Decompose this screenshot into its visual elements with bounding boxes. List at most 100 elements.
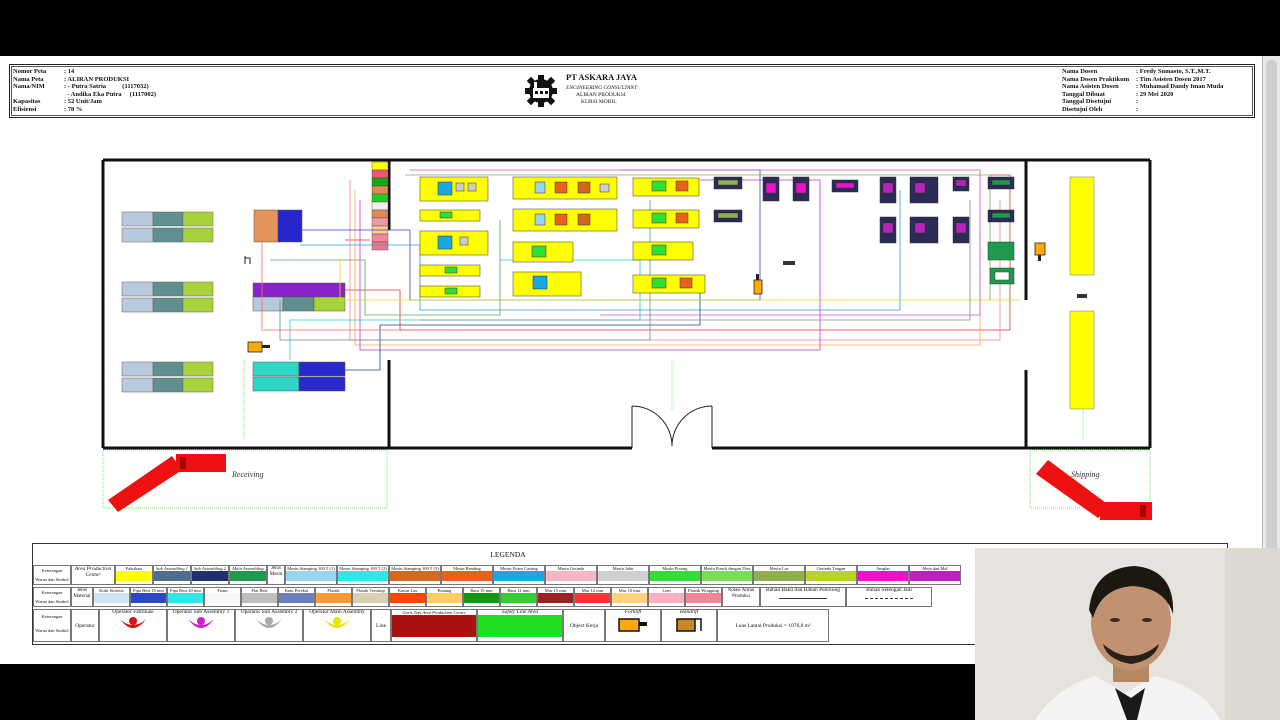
- legend-solid-line: [779, 598, 827, 599]
- legend-machine-name: Mesin Foam Casting: [500, 566, 538, 571]
- legend-machine-cell: Mesin Gerinda: [545, 565, 597, 585]
- legend-garis-tepi: Garis Tepi Area Production Center: [402, 610, 466, 615]
- operator-fabrikasi-icon: [120, 617, 146, 628]
- legend-material-cell: Mur 10 mm: [611, 587, 648, 607]
- legend-machine-cell: Mesin Stamping 100 T (1): [285, 565, 337, 585]
- legend-machine-name: Mesin Stamping 100 T (3): [391, 566, 439, 571]
- legend-material-swatch: [205, 593, 240, 603]
- handlift-icon: [783, 261, 795, 265]
- shipping-label: Shipping: [1071, 470, 1100, 479]
- finished-goods-rack-2: [1069, 310, 1095, 410]
- legend-material-swatch: [353, 593, 388, 603]
- legend-machine-swatch: [494, 571, 544, 581]
- legend-machine-cell: Mesin Potong: [649, 565, 701, 585]
- legend-material-cell: Baut 15 mm: [463, 587, 500, 607]
- legend-machine-swatch: [546, 571, 596, 581]
- legend-machine-cell: Mesin Bending: [441, 565, 493, 585]
- legend-material-cell: Kain Perekat: [278, 587, 315, 607]
- legend-machine-swatch: [858, 571, 908, 581]
- legend-machine-cell: Meja dan Mal: [909, 565, 961, 585]
- legend-material-swatch: [242, 593, 277, 603]
- legend-machine-swatch: [286, 571, 336, 581]
- legend-machine-swatch: [702, 571, 752, 581]
- legend-material-swatch: [316, 593, 351, 603]
- legend-machine-cell: Mesin Stamping 100 T (3): [389, 565, 441, 585]
- legend-bahan-setengah: Bahan Setengah Jadi: [866, 587, 912, 593]
- operator-sub-assembly-2-icon: [256, 617, 282, 628]
- legend-area-production: Area Production Center: [71, 565, 115, 585]
- handlift-icon: [1077, 294, 1087, 298]
- legend-material-name: Plastik Wrapping: [687, 588, 720, 593]
- legend-area-name: Sub Assembling 2: [194, 566, 226, 571]
- legend-machine-name: Mesin Punch dengan Dies: [703, 566, 751, 571]
- legend-material-cell: Plastik Wrapping: [685, 587, 722, 607]
- legend-material-cell: Foam: [204, 587, 241, 607]
- legend-material-cell: Plastik: [315, 587, 352, 607]
- legend-luas-lantai: Luas Lantai Produksi = 1076,8 m²: [717, 609, 829, 642]
- legend-key-sub: Warna dan Simbol: [35, 628, 69, 633]
- legend-dashed-line: [865, 598, 913, 599]
- legend-machine-swatch: [442, 571, 492, 581]
- legend-machine-swatch: [754, 571, 804, 581]
- legend-material-name: Pipa Besi 18 mm: [133, 588, 164, 593]
- legend-material-swatch: [501, 593, 536, 603]
- legend-material-cell: Mur 12 mm: [574, 587, 611, 607]
- legend-machine-cell: Amplas: [857, 565, 909, 585]
- legend-material-cell: Baut 12 mm: [500, 587, 537, 607]
- legend-area-name: Main Assembling: [232, 566, 264, 571]
- legend-material-swatch: [538, 593, 573, 603]
- legend-machine-cell: Mesin Punch dengan Dies: [701, 565, 753, 585]
- legend-machine-swatch: [910, 571, 960, 581]
- legend-material-swatch: [686, 593, 721, 603]
- legend-machine-name: Mesin Stamping 100 T (2): [339, 566, 387, 571]
- legend-machine-swatch: [338, 571, 388, 581]
- legend-jenis-material: Jenis Material: [71, 587, 93, 607]
- legend-operator-label: Operator: [71, 609, 99, 642]
- legend-material-swatch: [575, 593, 610, 603]
- webcam-video-overlay: [975, 548, 1280, 720]
- forklift-icon: [753, 274, 763, 295]
- legend-machine-cell: Mesin Stamping 100 T (2): [337, 565, 389, 585]
- legend-material-swatch: [94, 593, 129, 603]
- receiving-label: Receiving: [232, 470, 264, 479]
- shipping-truck-icon: [1036, 460, 1152, 520]
- legend-machine-cell: Mesin Foam Casting: [493, 565, 545, 585]
- legend-material-swatch: [612, 593, 647, 603]
- raw-material-racks: [121, 211, 214, 393]
- handlift-icon: [244, 256, 251, 264]
- legend-jenis-mesin: Jenis Mesin: [267, 565, 285, 585]
- operator-main-assembly-icon: [324, 617, 350, 628]
- legend-object-kerja: Object Kerja: [563, 609, 605, 642]
- legend-area-swatch: [154, 571, 190, 581]
- handlift-icon: [676, 618, 702, 632]
- legend-bahan-baku: Bahan Baku dan Bahan Penolong: [766, 587, 840, 593]
- legend-key-label: Keterangan: [41, 614, 63, 619]
- legend-machine-cell: Mesin Jahit: [597, 565, 649, 585]
- forklift-icon: [247, 341, 270, 353]
- legend-key-sub: Warna dan Simbol: [35, 577, 69, 582]
- legend-garis-tepi-swatch: [392, 615, 476, 637]
- legend-material-cell: Kawat Las: [389, 587, 426, 607]
- legend-machine-swatch: [390, 571, 440, 581]
- receiving-truck-icon: [108, 454, 226, 512]
- legend-area-name: Sub Assembling 1: [156, 566, 188, 571]
- machine-groups: [419, 176, 1015, 298]
- legend-notasi: Notasi Aliran Produksi: [722, 587, 760, 607]
- legend-machines: Mesin Stamping 100 T (1) Mesin Stamping 1…: [285, 565, 961, 585]
- legend-machine-swatch: [650, 571, 700, 581]
- legend-area-swatch: [192, 571, 228, 581]
- legend-material-swatch: [464, 593, 499, 603]
- legend-material-swatch: [168, 593, 203, 603]
- legend-material-cell: Pipa Besi 20 mm: [167, 587, 204, 607]
- legend-machine-swatch: [806, 571, 856, 581]
- legend-material-cell: Mur 15 mm: [537, 587, 574, 607]
- main-door: [631, 405, 713, 448]
- legend-material-swatch: [390, 593, 425, 603]
- legend-material-name: Pipa Besi 20 mm: [170, 588, 201, 593]
- legend-machine-swatch: [598, 571, 648, 581]
- legend-title: LEGENDA: [490, 550, 526, 559]
- operator-sub-assembly-1-icon: [188, 617, 214, 628]
- legend-material-row: Keterangan Warna dan Simbol Jenis Materia…: [33, 587, 932, 607]
- legend-area-row: Keterangan Warna dan Simbol Area Producti…: [33, 565, 961, 585]
- legend-material-swatch: [131, 593, 166, 603]
